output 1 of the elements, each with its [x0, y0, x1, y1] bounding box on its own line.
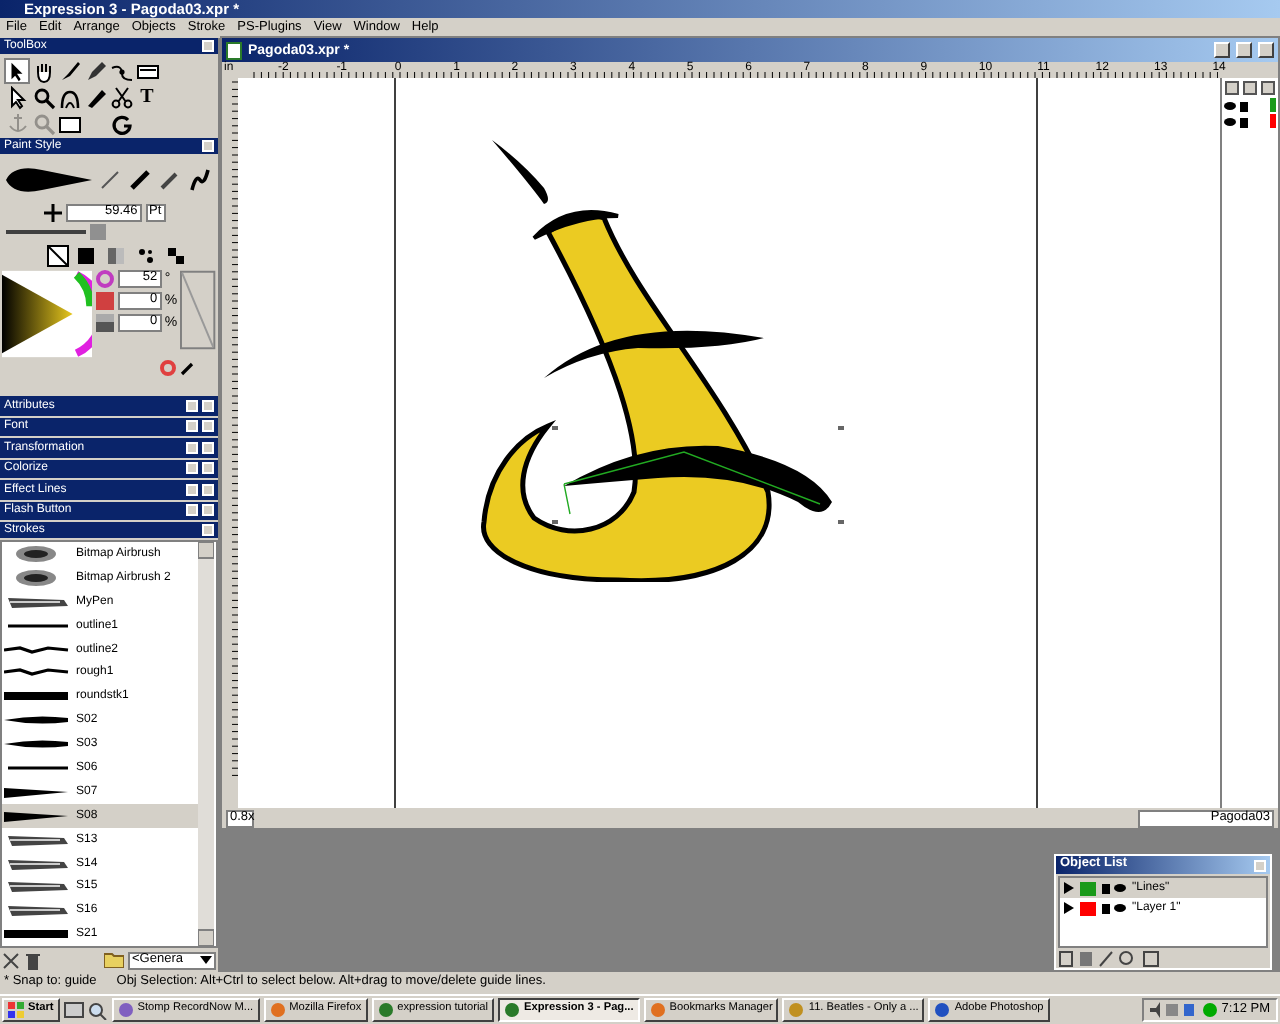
tool-button[interactable]: T [134, 84, 160, 110]
